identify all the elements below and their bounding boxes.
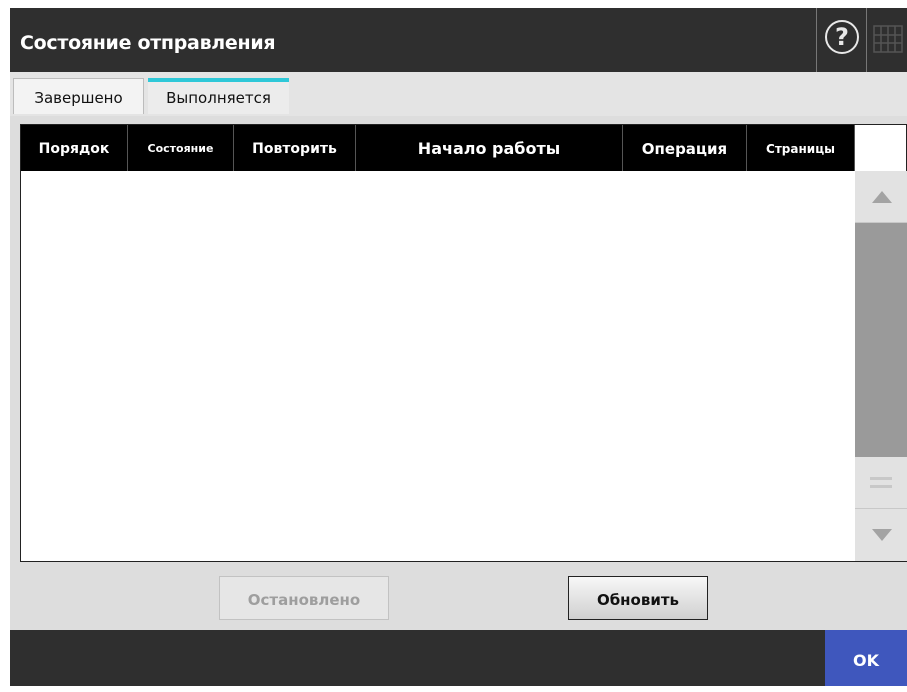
scroll-thumb[interactable] [855,457,907,509]
column-header-order[interactable]: Порядок [21,125,128,171]
help-icon: ? [825,20,859,54]
scroll-up-button[interactable] [855,171,907,223]
title-bar: Состояние отправления ? [10,8,907,72]
vertical-scrollbar[interactable] [855,171,907,561]
scroll-down-button[interactable] [855,509,907,561]
action-bar: Остановлено Обновить [10,570,907,630]
tab-bar: Завершено Выполняется [10,72,907,116]
footer-bar: OK [10,630,907,686]
stopped-button[interactable]: Остановлено [219,576,389,620]
refresh-button[interactable]: Обновить [568,576,708,620]
window-title: Состояние отправления [20,32,276,54]
keyboard-icon [873,25,903,53]
column-header-operation[interactable]: Операция [623,125,747,171]
column-header-retry[interactable]: Повторить [234,125,356,171]
arrow-up-icon [872,191,892,203]
keyboard-button[interactable] [866,8,907,72]
jobs-table: Порядок Состояние Повторить Начало работ… [20,124,907,562]
table-header: Порядок Состояние Повторить Начало работ… [21,125,855,171]
arrow-down-icon [872,529,892,541]
tab-in-progress[interactable]: Выполняется [148,78,289,114]
column-header-pages[interactable]: Страницы [747,125,855,171]
content-panel: Порядок Состояние Повторить Начало работ… [10,116,907,570]
help-button[interactable]: ? [816,8,866,72]
grip-line-icon [870,485,892,488]
ok-button[interactable]: OK [825,630,907,686]
scroll-track[interactable] [855,223,907,457]
tab-completed[interactable]: Завершено [13,78,144,114]
grip-line-icon [870,477,892,480]
column-header-status[interactable]: Состояние [128,125,234,171]
column-header-start-time[interactable]: Начало работы [356,125,623,171]
